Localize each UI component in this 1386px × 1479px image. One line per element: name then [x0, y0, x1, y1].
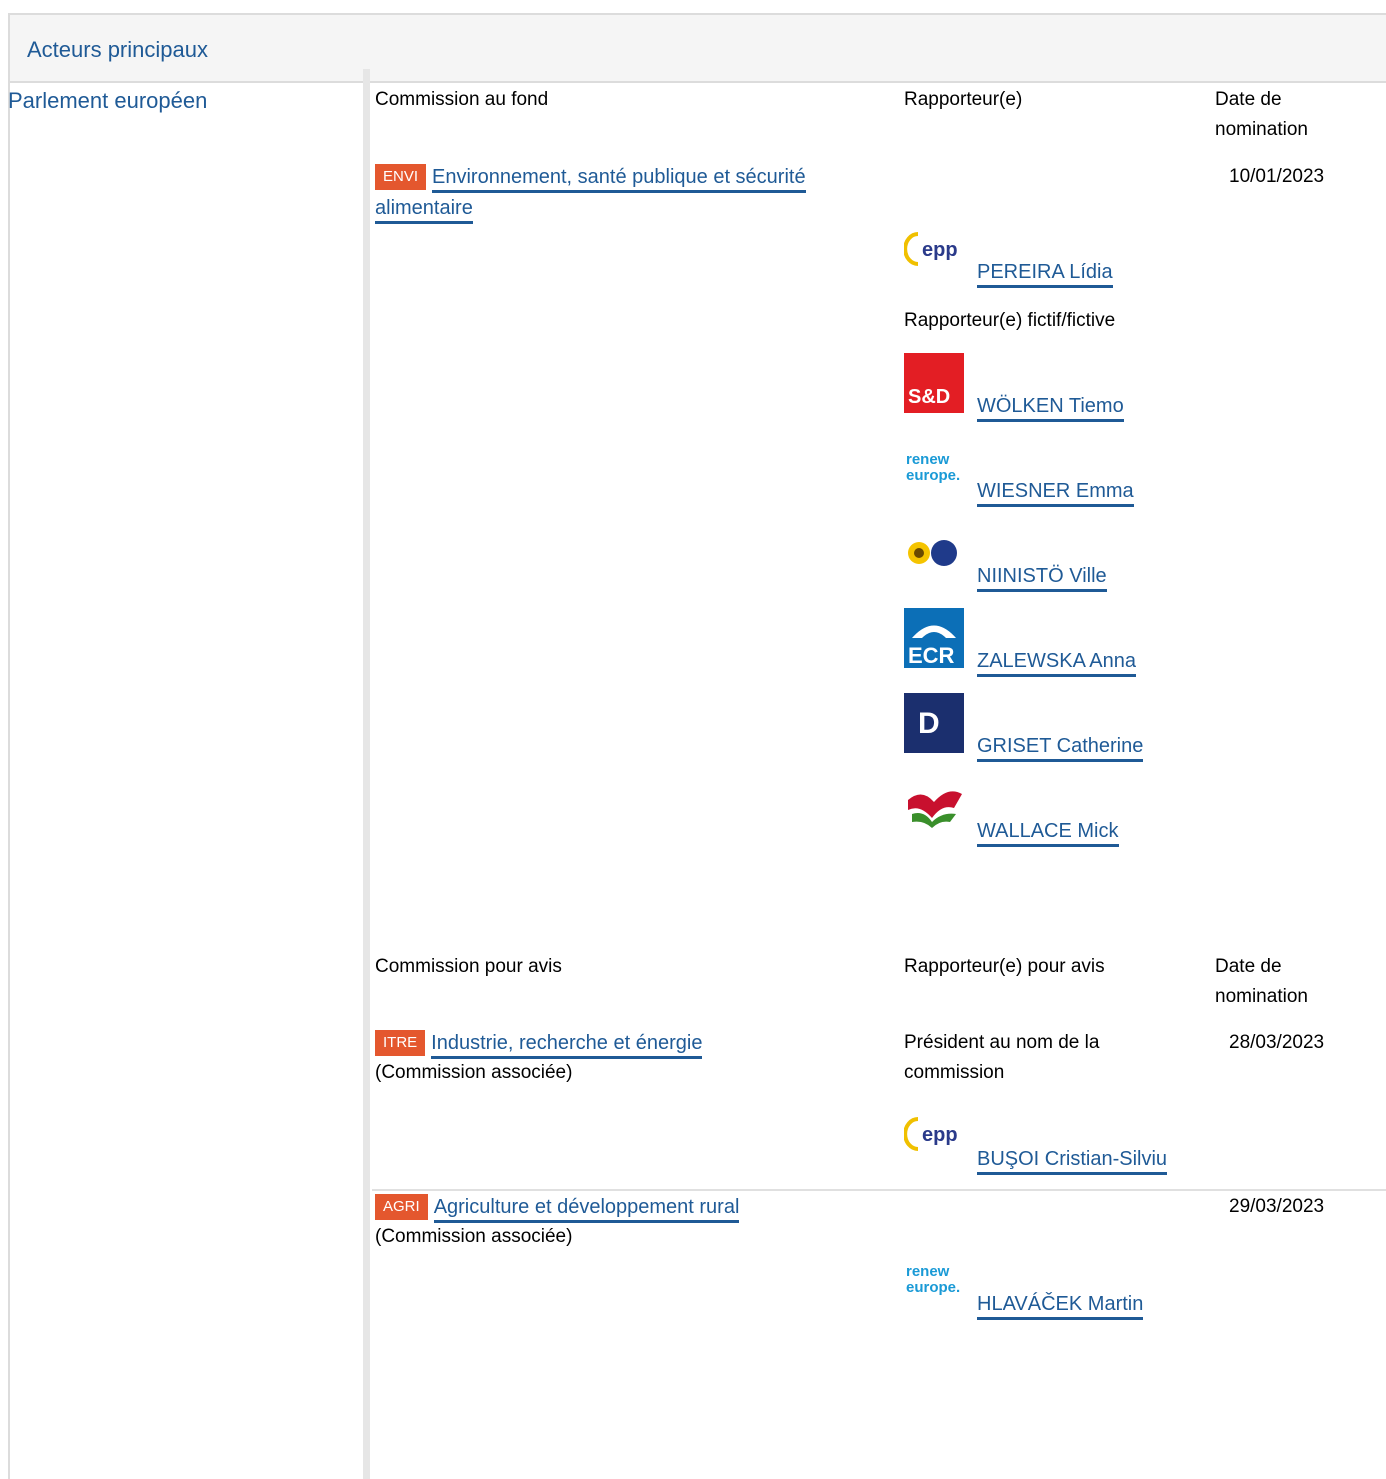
col-rapporteur-lead: Rapporteur(e) — [904, 89, 1023, 110]
committee-link-agri[interactable]: Agriculture et développement rural — [433, 1196, 740, 1223]
column-divider — [363, 69, 370, 1479]
col-date-lead: Date de nomination — [1215, 89, 1308, 140]
svg-text:epp: epp — [922, 1124, 958, 1146]
opinion-role: Président au nom de la commission — [904, 1032, 1100, 1083]
svg-text:renew: renew — [906, 1263, 950, 1280]
key-players-panel: Acteurs principaux — [8, 13, 1386, 1479]
epp-logo-icon: epp — [904, 1105, 964, 1165]
ecr-logo-icon: ECR — [904, 608, 964, 668]
greens-logo-icon — [904, 523, 964, 583]
svg-text:epp: epp — [922, 239, 958, 261]
shadow-link-3[interactable]: ZALEWSKA Anna — [977, 650, 1136, 677]
committee-code-badge: ITRE — [375, 1030, 426, 1056]
opinion-committee-itre: ITRE Industrie, recherche et énergie — [375, 1028, 703, 1059]
committee-link-envi[interactable]: Environnement, santé publique et sécurit… — [375, 166, 806, 224]
svg-text:renew: renew — [906, 451, 950, 468]
lead-date: 10/01/2023 — [1229, 166, 1325, 187]
svg-text:europe.: europe. — [906, 467, 960, 484]
col-committee-opinion: Commission pour avis — [375, 956, 562, 977]
opinion-committee-agri: AGRI Agriculture et développement rural — [375, 1192, 740, 1223]
renew-logo-icon: renew europe. — [904, 1250, 964, 1310]
svg-text:ECR: ECR — [908, 643, 955, 668]
opinion-rapporteur-link-itre[interactable]: BUŞOI Cristian-Silviu — [977, 1148, 1168, 1175]
sd-logo-icon: S&D — [904, 353, 964, 413]
svg-text:D: D — [918, 707, 940, 740]
svg-text:europe.: europe. — [906, 1279, 960, 1296]
svg-text:S&D: S&D — [908, 386, 950, 408]
lead-committee: ENVI Environnement, santé publique et séc… — [375, 162, 875, 224]
committee-note: (Commission associée) — [375, 1062, 573, 1083]
rapporteur-link[interactable]: PEREIRA Lídia — [977, 261, 1113, 288]
epp-logo-icon: epp — [904, 220, 964, 280]
section-header: Acteurs principaux — [10, 15, 1386, 83]
shadow-link-0[interactable]: WÖLKEN Tiemo — [977, 395, 1124, 422]
committee-code-badge: AGRI — [375, 1194, 428, 1220]
id-logo-icon: D — [904, 693, 964, 753]
col-rapporteur-opinion: Rapporteur(e) pour avis — [904, 956, 1105, 977]
left-logo-icon — [904, 778, 964, 838]
section-title: Acteurs principaux — [27, 37, 208, 62]
committee-note: (Commission associée) — [375, 1226, 573, 1247]
shadow-label: Rapporteur(e) fictif/fictive — [904, 310, 1116, 331]
committee-code-badge: ENVI — [375, 164, 427, 190]
shadow-link-1[interactable]: WIESNER Emma — [977, 480, 1134, 507]
row-divider — [372, 1189, 1386, 1191]
institution-label: Parlement européen — [8, 88, 208, 113]
opinion-date-agri: 29/03/2023 — [1229, 1196, 1325, 1217]
shadow-link-2[interactable]: NIINISTÖ Ville — [977, 565, 1107, 592]
committee-link-itre[interactable]: Industrie, recherche et énergie — [431, 1032, 703, 1059]
shadow-link-5[interactable]: WALLACE Mick — [977, 820, 1119, 847]
opinion-date-itre: 28/03/2023 — [1229, 1032, 1325, 1053]
col-committee-lead: Commission au fond — [375, 89, 549, 110]
col-date-opinion: Date de nomination — [1215, 956, 1308, 1007]
opinion-rapporteur-link-agri[interactable]: HLAVÁČEK Martin — [977, 1293, 1144, 1320]
shadow-link-4[interactable]: GRISET Catherine — [977, 735, 1144, 762]
renew-logo-icon: renew europe. — [904, 438, 964, 498]
